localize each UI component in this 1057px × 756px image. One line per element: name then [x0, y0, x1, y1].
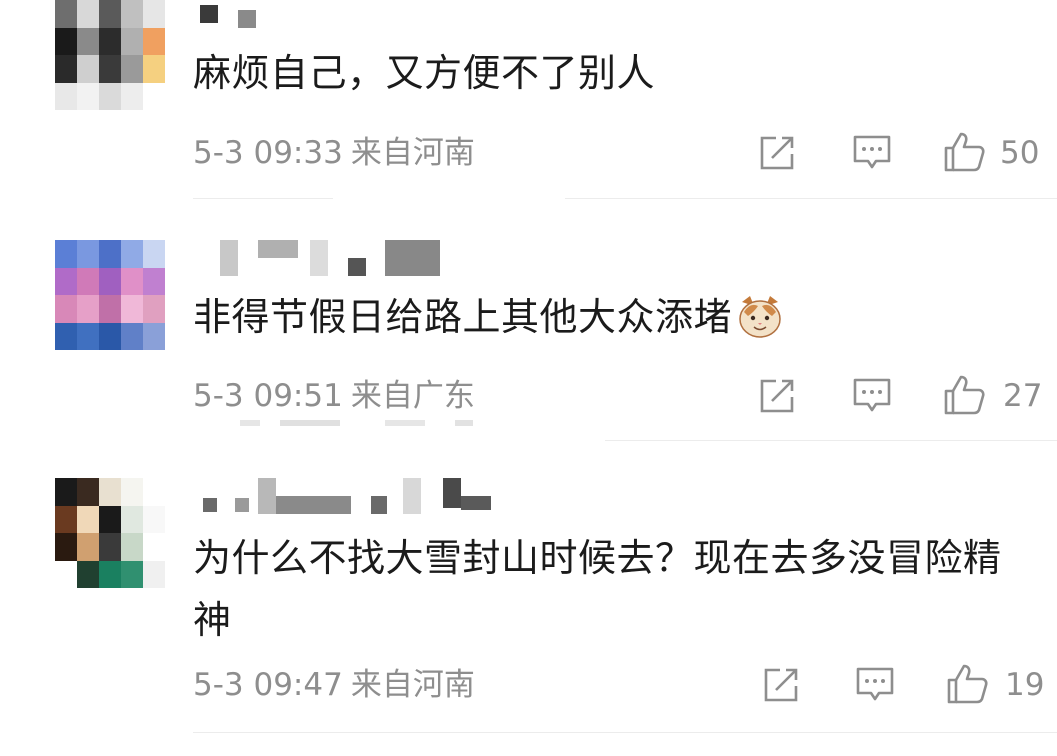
comment-location: 来自河南	[350, 135, 475, 171]
comment-meta: 5-3 09:51 来自广东	[193, 376, 475, 416]
avatar-mosaic-cell	[121, 478, 143, 506]
avatar-mosaic-cell	[77, 27, 99, 56]
like-count: 50	[1000, 135, 1040, 171]
share-icon[interactable]	[762, 666, 802, 704]
divider	[565, 198, 1057, 199]
avatar-mosaic-cell	[121, 82, 143, 110]
avatar-mosaic-cell	[143, 560, 165, 588]
comment-text: 非得节假日给路上其他大众添堵	[193, 286, 1027, 348]
avatar-mosaic-cell	[77, 240, 99, 268]
avatar[interactable]	[55, 478, 165, 588]
avatar[interactable]	[55, 0, 165, 110]
avatar-mosaic-cell	[77, 82, 99, 110]
avatar-mosaic-cell	[143, 240, 165, 268]
avatar-mosaic-cell	[143, 82, 165, 110]
avatar-mosaic-cell	[99, 267, 121, 296]
avatar-mosaic-cell	[99, 505, 121, 534]
reply-icon[interactable]	[852, 376, 892, 416]
avatar-mosaic-cell	[121, 55, 143, 83]
avatar-mosaic-cell	[77, 0, 99, 28]
avatar-mosaic-cell	[143, 505, 165, 534]
like-icon[interactable]	[945, 662, 989, 706]
comment-location: 来自河南	[350, 667, 475, 703]
avatar-mosaic-cell	[77, 267, 99, 296]
avatar-mosaic-cell	[55, 295, 77, 323]
avatar-mosaic-cell	[55, 322, 77, 350]
divider	[193, 732, 1057, 733]
avatar-mosaic-cell	[99, 478, 121, 506]
avatar-mosaic-cell	[99, 55, 121, 83]
avatar-mosaic-cell	[99, 27, 121, 56]
avatar-mosaic-cell	[55, 267, 77, 296]
avatar-mosaic-cell	[121, 27, 143, 56]
avatar-mosaic-cell	[121, 267, 143, 296]
comment-date: 5-3 09:47	[193, 667, 343, 703]
like-icon[interactable]	[942, 373, 986, 417]
comment-location: 来自广东	[350, 378, 475, 414]
avatar-mosaic-cell	[143, 295, 165, 323]
avatar-mosaic-cell	[77, 55, 99, 83]
divider	[193, 198, 333, 199]
avatar-mosaic-cell	[143, 267, 165, 296]
share-icon[interactable]	[758, 377, 798, 415]
avatar-mosaic-cell	[121, 0, 143, 28]
avatar-mosaic-cell	[99, 240, 121, 268]
avatar-mosaic-cell	[99, 0, 121, 28]
avatar-mosaic-cell	[55, 533, 77, 561]
avatar-mosaic-cell	[77, 295, 99, 323]
avatar-mosaic-cell	[99, 322, 121, 350]
cat-emoji	[739, 296, 781, 338]
avatar-mosaic-cell	[99, 533, 121, 561]
avatar-mosaic-cell	[55, 82, 77, 110]
avatar-mosaic-cell	[143, 55, 165, 83]
avatar-mosaic-cell	[55, 0, 77, 28]
avatar-mosaic-cell	[121, 533, 143, 561]
avatar-mosaic-cell	[55, 505, 77, 534]
comment-text: 为什么不找大雪封山时候去？现在去多没冒险精神	[193, 536, 1002, 642]
avatar-mosaic-cell	[77, 505, 99, 534]
comment-date: 5-3 09:51	[193, 378, 343, 414]
avatar-mosaic-cell	[121, 240, 143, 268]
reply-icon[interactable]	[855, 665, 895, 705]
share-icon[interactable]	[758, 134, 798, 172]
like-count: 27	[1003, 378, 1043, 414]
avatar-mosaic-cell	[55, 27, 77, 56]
avatar-mosaic-cell	[99, 82, 121, 110]
avatar-mosaic-cell	[77, 478, 99, 506]
avatar-mosaic-cell	[99, 295, 121, 323]
avatar-mosaic-cell	[143, 478, 165, 506]
avatar-mosaic-cell	[121, 295, 143, 323]
divider	[605, 440, 1057, 441]
reply-icon[interactable]	[852, 133, 892, 173]
comment-text: 麻烦自己，又方便不了别人	[193, 51, 656, 95]
avatar-mosaic-cell	[143, 322, 165, 350]
comment-meta: 5-3 09:33 来自河南	[193, 133, 475, 173]
avatar-mosaic-cell	[77, 322, 99, 350]
avatar-mosaic-cell	[121, 560, 143, 588]
avatar-mosaic-cell	[121, 505, 143, 534]
avatar-mosaic-cell	[77, 533, 99, 561]
avatar-mosaic-cell	[143, 0, 165, 28]
like-icon[interactable]	[942, 130, 986, 174]
avatar-mosaic-cell	[143, 27, 165, 56]
comment-meta: 5-3 09:47 来自河南	[193, 665, 475, 705]
comment-date: 5-3 09:33	[193, 135, 343, 171]
avatar-mosaic-cell	[55, 560, 77, 588]
avatar-mosaic-cell	[55, 478, 77, 506]
like-count: 19	[1005, 667, 1045, 703]
avatar-mosaic-cell	[55, 240, 77, 268]
avatar-mosaic-cell	[143, 533, 165, 561]
avatar[interactable]	[55, 240, 165, 350]
avatar-mosaic-cell	[77, 560, 99, 588]
avatar-mosaic-cell	[55, 55, 77, 83]
avatar-mosaic-cell	[99, 560, 121, 588]
avatar-mosaic-cell	[121, 322, 143, 350]
